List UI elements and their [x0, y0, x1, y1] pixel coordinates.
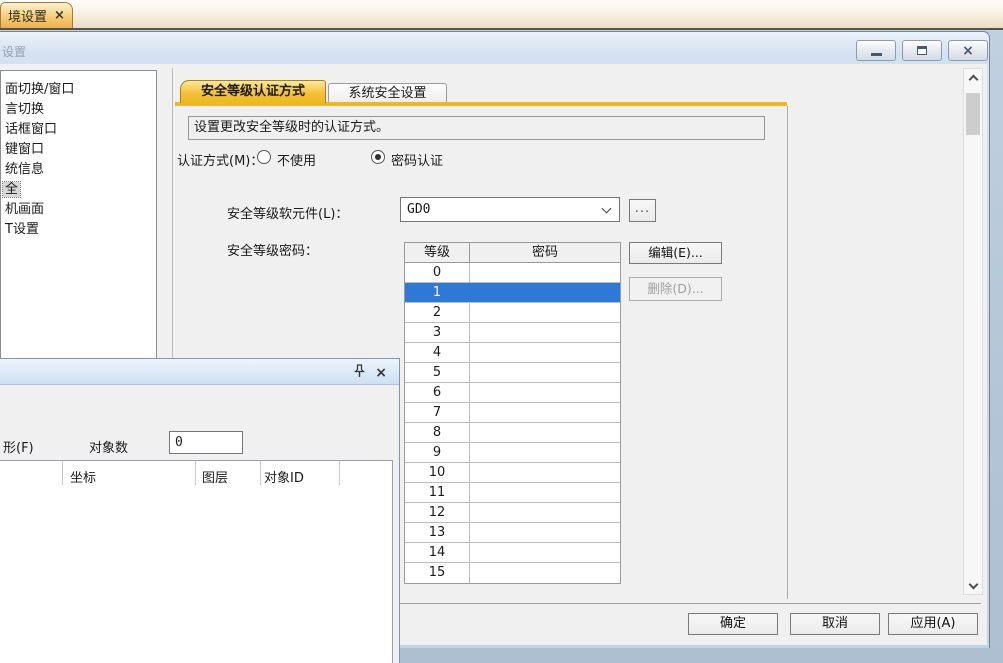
column-header-coordinates: 坐标: [70, 467, 96, 486]
radio-password-auth[interactable]: [371, 150, 385, 164]
tab-close-icon[interactable]: ×: [54, 8, 65, 23]
level-device-label: 安全等级软元件(L)：: [227, 203, 348, 222]
fill-label: 形(F): [3, 437, 34, 456]
tab-security-level-auth[interactable]: 安全等级认证方式: [180, 80, 326, 103]
tab-system-security[interactable]: 系统安全设置: [328, 83, 447, 103]
minimize-icon: [871, 53, 882, 56]
column-header-object-id: 对象ID: [264, 467, 304, 486]
column-separator: [195, 461, 196, 485]
content-right-divider: [787, 106, 788, 599]
chevron-down-icon: [602, 204, 612, 214]
table-row[interactable]: 10: [405, 463, 620, 483]
panel-titlebar[interactable]: ×: [0, 359, 399, 385]
table-row[interactable]: 1: [405, 283, 620, 303]
tree-item[interactable]: 键窗口: [1, 140, 156, 160]
table-row[interactable]: 14: [405, 543, 620, 563]
object-count-field[interactable]: 0: [169, 431, 243, 454]
mdi-tab-bar: 境设置 ×: [0, 0, 1003, 30]
object-count-label: 对象数: [89, 437, 128, 456]
dialog-vertical-scrollbar[interactable]: [963, 68, 983, 595]
restore-button[interactable]: [902, 40, 942, 61]
table-row[interactable]: 7: [405, 403, 620, 423]
table-row[interactable]: 4: [405, 343, 620, 363]
footer-separator: [400, 603, 981, 604]
table-row[interactable]: 3: [405, 323, 620, 343]
edit-button[interactable]: 编辑(E)...: [629, 242, 722, 264]
close-icon: ×: [962, 44, 974, 58]
apply-button[interactable]: 应用(A): [888, 613, 978, 635]
table-row[interactable]: 9: [405, 443, 620, 463]
ok-button[interactable]: 确定: [688, 613, 778, 635]
device-browse-button[interactable]: ...: [629, 199, 656, 222]
table-row[interactable]: 2: [405, 303, 620, 323]
column-separator: [62, 461, 63, 485]
panel-close-icon[interactable]: ×: [375, 366, 387, 380]
table-body: 0 1 2 3 4: [405, 263, 620, 583]
delete-button: 删除(D)...: [629, 277, 722, 301]
table-row[interactable]: 8: [405, 423, 620, 443]
level-password-label: 安全等级密码：: [227, 240, 318, 259]
radio-not-used-label[interactable]: 不使用: [277, 150, 316, 169]
scrollbar-thumb[interactable]: [966, 93, 980, 135]
scroll-up-button[interactable]: [964, 69, 982, 86]
chevron-up-icon: [968, 74, 978, 84]
level-device-value: GD0: [407, 202, 430, 217]
tree-item[interactable]: 机画面: [1, 200, 156, 220]
column-header-layer: 图层: [202, 467, 228, 486]
tree-item[interactable]: 全: [1, 180, 156, 200]
chevron-down-icon: [968, 579, 978, 589]
table-row[interactable]: 12: [405, 503, 620, 523]
level-password-table: 等级 密码 0 1 2 3: [404, 242, 621, 584]
mdi-tab-environment-settings[interactable]: 境设置 ×: [0, 2, 73, 28]
column-separator: [260, 461, 261, 485]
radio-not-used[interactable]: [257, 150, 271, 164]
close-button[interactable]: ×: [948, 40, 988, 61]
table-row[interactable]: 5: [405, 363, 620, 383]
table-row[interactable]: 13: [405, 523, 620, 543]
cancel-button[interactable]: 取消: [790, 613, 880, 635]
table-row[interactable]: 6: [405, 383, 620, 403]
window-controls: ×: [856, 40, 988, 61]
object-list[interactable]: 坐标 图层 对象ID: [0, 460, 393, 663]
dialog-title: 设置: [2, 43, 26, 60]
pin-icon[interactable]: [354, 364, 365, 381]
tree-item[interactable]: 面切换/窗口: [1, 80, 156, 100]
tree-item[interactable]: 话框窗口: [1, 120, 156, 140]
mdi-tab-label: 境设置: [8, 6, 47, 25]
tree-item[interactable]: T设置: [1, 220, 156, 240]
object-list-panel: × 形(F) 对象数 0 坐标 图层 对象ID: [0, 358, 400, 663]
table-row[interactable]: 0: [405, 263, 620, 283]
header-level: 等级: [405, 243, 470, 262]
auth-method-label: 认证方式(M)：: [177, 150, 263, 169]
screen: 境设置 × 设置 × 面切换/窗口 言切换 话框窗口 键窗口 统信息 全 机画面…: [0, 0, 1003, 663]
level-device-combobox[interactable]: GD0: [400, 197, 620, 222]
header-password: 密码: [470, 243, 620, 262]
tree-item[interactable]: 统信息: [1, 160, 156, 180]
description-box: 设置更改安全等级时的认证方式。: [188, 116, 765, 140]
radio-password-auth-label[interactable]: 密码认证: [391, 150, 443, 169]
table-row[interactable]: 11: [405, 483, 620, 503]
scroll-down-button[interactable]: [964, 577, 982, 594]
table-row[interactable]: 15: [405, 563, 620, 583]
minimize-button[interactable]: [856, 40, 896, 61]
table-header-row: 等级 密码: [405, 243, 620, 263]
tree-item[interactable]: 言切换: [1, 100, 156, 120]
column-separator: [339, 461, 340, 485]
restore-icon: [917, 46, 927, 55]
